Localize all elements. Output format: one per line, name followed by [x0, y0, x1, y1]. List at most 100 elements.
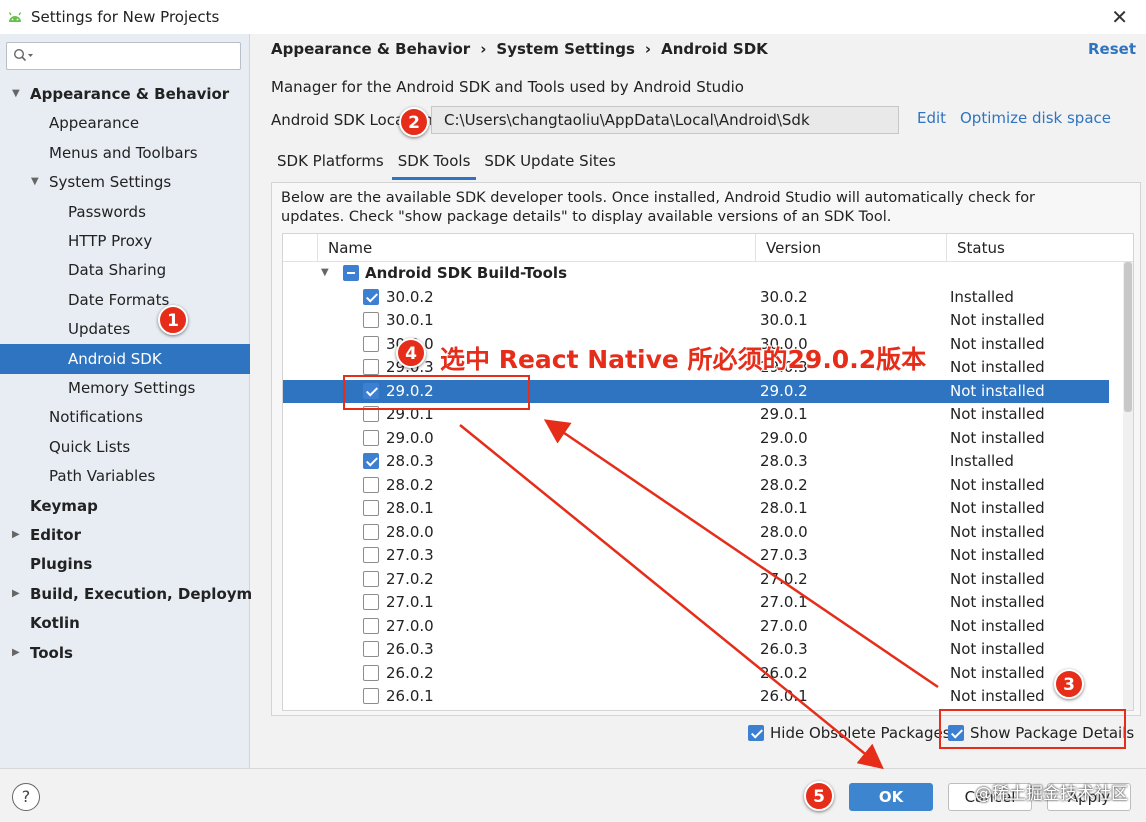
cell-version: 27.0.2 — [760, 569, 808, 588]
sidebar-item-label: Passwords — [68, 202, 146, 221]
table-row[interactable]: 28.0.2 28.0.2 Not installed — [283, 474, 1109, 498]
sidebar-item[interactable]: Notifications — [0, 402, 250, 432]
step-badge-1: 1 — [158, 305, 188, 335]
sidebar-item[interactable]: Path Variables — [0, 461, 250, 491]
expand-arrow-icon[interactable]: ▼ — [12, 79, 20, 109]
row-checkbox[interactable] — [363, 688, 379, 704]
table-row[interactable]: 28.0.1 28.0.1 Not installed — [283, 497, 1109, 521]
sidebar-item[interactable]: Appearance — [0, 108, 250, 138]
table-row[interactable]: 30.0.2 30.0.2 Installed — [283, 286, 1109, 310]
sidebar-item[interactable]: Data Sharing — [0, 255, 250, 285]
table-row[interactable]: 29.0.0 29.0.0 Not installed — [283, 427, 1109, 451]
cell-name: 30.0.2 — [386, 287, 434, 306]
row-checkbox[interactable] — [363, 570, 379, 587]
cell-status: Not installed — [950, 428, 1045, 447]
column-header-status[interactable]: Status — [946, 234, 1133, 262]
optimize-disk-space-link[interactable]: Optimize disk space — [960, 109, 1111, 127]
row-checkbox[interactable] — [363, 617, 379, 634]
row-checkbox[interactable] — [363, 429, 379, 446]
table-row[interactable]: 28.0.0 28.0.0 Not installed — [283, 521, 1109, 545]
row-checkbox[interactable] — [363, 476, 379, 493]
column-header-version[interactable]: Version — [755, 234, 946, 262]
cell-version: 30.0.1 — [760, 311, 808, 329]
table-row[interactable]: 26.0.3 26.0.3 Not installed — [283, 638, 1109, 662]
sidebar-item[interactable]: Memory Settings — [0, 373, 250, 403]
row-checkbox[interactable] — [363, 547, 379, 563]
hide-obsolete-checkbox[interactable] — [748, 725, 764, 741]
breadcrumb-item[interactable]: System Settings — [496, 40, 635, 58]
row-checkbox[interactable] — [363, 594, 379, 610]
tab-sdk-tools[interactable]: SDK Tools — [391, 146, 477, 180]
group-checkbox[interactable] — [343, 265, 359, 281]
table-row[interactable]: 27.0.3 27.0.3 Not installed — [283, 544, 1109, 568]
table-row[interactable]: 27.0.0 27.0.0 Not installed — [283, 615, 1109, 639]
close-icon[interactable]: ✕ — [1111, 5, 1128, 29]
sidebar-item[interactable]: Updates — [0, 314, 250, 344]
row-checkbox[interactable] — [363, 641, 379, 657]
tab-sdk-platforms[interactable]: SDK Platforms — [271, 146, 390, 180]
sidebar-item[interactable]: ▶ Build, Execution, Deployment — [0, 579, 280, 609]
settings-sidebar: ▼ Appearance & Behavior Appearance Menus an… — [0, 34, 280, 768]
expand-arrow-icon[interactable]: ▼ — [321, 267, 329, 278]
table-row[interactable]: 30.0.1 30.0.1 Not installed — [283, 309, 1109, 333]
cell-status: Not installed — [950, 381, 1045, 400]
row-checkbox[interactable] — [363, 453, 379, 469]
row-checkbox[interactable] — [363, 664, 379, 681]
sidebar-item[interactable]: ▼ System Settings — [0, 167, 250, 197]
watermark: @稀土掘金技术社区 — [975, 784, 1128, 804]
table-row[interactable]: 27.0.2 27.0.2 Not installed — [283, 568, 1109, 592]
row-checkbox[interactable] — [363, 312, 379, 328]
sidebar-item[interactable]: Quick Lists — [0, 432, 250, 462]
step-badge-4: 4 — [396, 338, 426, 368]
row-checkbox[interactable] — [363, 335, 379, 352]
edit-link[interactable]: Edit — [917, 109, 946, 127]
row-checkbox[interactable] — [363, 523, 379, 540]
cell-version: 28.0.3 — [760, 452, 808, 470]
ok-button[interactable]: OK — [849, 783, 933, 811]
row-checkbox[interactable] — [363, 359, 379, 375]
help-button[interactable]: ? — [12, 783, 40, 811]
hide-obsolete-option[interactable]: Hide Obsolete Packages — [748, 722, 951, 742]
reset-link[interactable]: Reset — [1088, 40, 1136, 58]
sidebar-item[interactable]: Date Formats — [0, 285, 250, 315]
sidebar-item[interactable]: HTTP Proxy — [0, 226, 250, 256]
table-row[interactable]: 26.0.1 26.0.1 Not installed — [283, 685, 1109, 709]
sidebar-item[interactable]: ▶ Editor — [0, 520, 250, 550]
cell-version: 26.0.1 — [760, 687, 808, 705]
cell-name: 28.0.0 — [386, 522, 434, 541]
sidebar-item[interactable]: Kotlin — [0, 608, 250, 638]
sidebar-item[interactable]: Android SDK — [0, 343, 250, 374]
row-checkbox[interactable] — [363, 288, 379, 305]
table-row[interactable]: 26.0.2 26.0.2 Not installed — [283, 662, 1109, 686]
hide-obsolete-label: Hide Obsolete Packages — [770, 724, 951, 742]
cell-name: 30.0.1 — [386, 311, 434, 329]
cell-status: Not installed — [950, 358, 1045, 376]
table-row[interactable]: 28.0.3 28.0.3 Installed — [283, 450, 1109, 474]
collapse-arrow-icon[interactable]: ▶ — [12, 520, 20, 550]
cell-version: 27.0.1 — [760, 593, 808, 611]
row-checkbox[interactable] — [363, 500, 379, 516]
sidebar-item[interactable]: Menus and Toolbars — [0, 138, 250, 168]
sidebar-item-label: Memory Settings — [68, 379, 196, 397]
cell-status: Not installed — [950, 475, 1045, 494]
search-input[interactable] — [6, 42, 241, 70]
expand-arrow-icon[interactable]: ▼ — [31, 167, 39, 197]
cell-version: 29.0.0 — [760, 428, 808, 447]
collapse-arrow-icon[interactable]: ▶ — [12, 579, 20, 609]
scrollbar-thumb[interactable] — [1124, 262, 1132, 412]
sidebar-item[interactable]: Plugins — [0, 549, 250, 579]
collapse-arrow-icon[interactable]: ▶ — [12, 638, 20, 668]
sdk-location-field[interactable]: C:\Users\changtaoliu\AppData\Local\Andro… — [431, 106, 899, 134]
group-row[interactable]: ▼ Android SDK Build-Tools — [283, 262, 1109, 286]
sidebar-item-label: Editor — [30, 526, 81, 544]
breadcrumb-item[interactable]: Appearance & Behavior — [271, 40, 470, 58]
sidebar-item-label: System Settings — [49, 173, 172, 192]
column-header-name[interactable]: Name — [317, 234, 755, 262]
sidebar-item[interactable]: ▼ Appearance & Behavior — [0, 79, 250, 109]
table-scrollbar[interactable] — [1123, 262, 1133, 710]
sidebar-item[interactable]: Keymap — [0, 491, 250, 521]
sidebar-item[interactable]: ▶ Tools — [0, 638, 250, 668]
tab-sdk-update-sites[interactable]: SDK Update Sites — [478, 146, 621, 180]
sidebar-item[interactable]: Passwords — [0, 197, 250, 227]
table-row[interactable]: 27.0.1 27.0.1 Not installed — [283, 591, 1109, 615]
